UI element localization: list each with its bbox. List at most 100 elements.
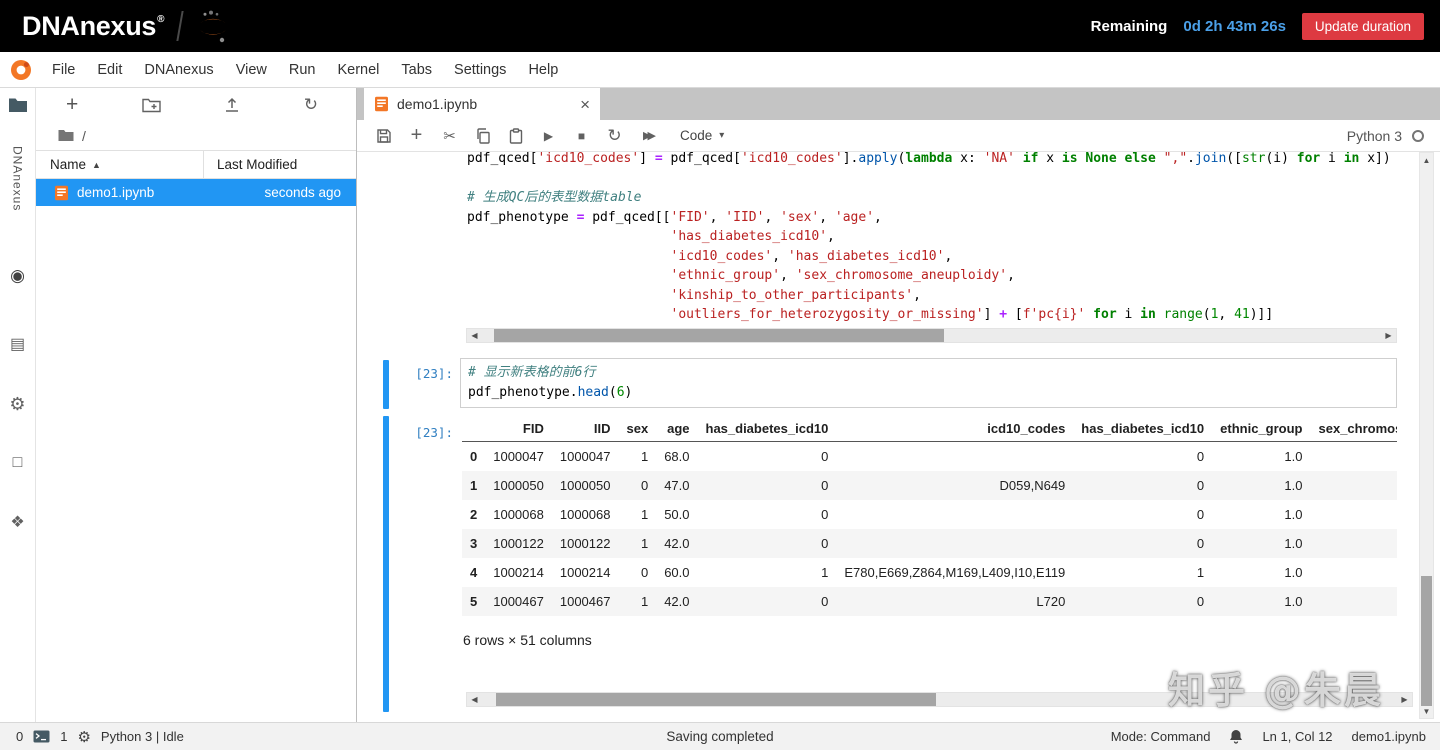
column-header: icd10_codes	[836, 418, 1073, 442]
kernel-name[interactable]: Python 3	[1347, 128, 1402, 144]
extensions-puzzle-icon[interactable]: ❖	[10, 512, 24, 532]
tab-demo1-ipynb[interactable]: demo1.ipynb ×	[364, 88, 600, 120]
kernel-sessions-icon[interactable]: ⚙	[77, 728, 90, 746]
dnanexus-logo[interactable]: DNAnexus®	[22, 11, 164, 42]
file-browser-icon[interactable]	[8, 97, 28, 118]
code-line[interactable]: pdf_qced['icd10_codes'] = pdf_qced['icd1…	[467, 152, 1397, 169]
code-line[interactable]: 'outliers_for_heterozygosity_or_missing'…	[467, 305, 1397, 325]
menu-dnanexus[interactable]: DNAnexus	[133, 62, 224, 78]
breadcrumb-root[interactable]: /	[82, 128, 86, 144]
code-line[interactable]: pdf_phenotype = pdf_qced[['FID', 'IID', …	[467, 208, 1397, 228]
table-cell	[1311, 442, 1398, 472]
row-index: 4	[462, 558, 485, 587]
menubar: FileEditDNAnexusViewRunKernelTabsSetting…	[0, 52, 1440, 88]
table-cell: 50.0	[656, 500, 697, 529]
sidebar-tab-dnanexus[interactable]: DNAnexus	[11, 146, 25, 211]
file-row-demo1[interactable]: demo1.ipynb seconds ago	[36, 179, 356, 206]
restart-kernel-button[interactable]: ↻	[598, 126, 631, 146]
menu-tabs[interactable]: Tabs	[390, 62, 443, 78]
column-header	[462, 418, 485, 442]
file-list-headers: Name ▲ Last Modified	[36, 150, 356, 179]
code-cell-editor[interactable]: pdf_qced['icd10_codes'] = pdf_qced['icd1…	[467, 152, 1397, 328]
table-cell	[1311, 471, 1398, 500]
table-row: 410002141000214060.01E780,E669,Z864,M169…	[462, 558, 1397, 587]
code-line[interactable]: 'icd10_codes', 'has_diabetes_icd10',	[467, 247, 1397, 267]
menu-file[interactable]: File	[41, 62, 86, 78]
property-inspector-icon[interactable]: ▤	[10, 334, 25, 354]
table-cell: 0	[618, 558, 656, 587]
table-cell: 1000068	[552, 500, 619, 529]
column-header: ethnic_group	[1212, 418, 1310, 442]
notification-bell-icon[interactable]	[1229, 729, 1243, 744]
settings-gear-icon[interactable]: ⚙	[9, 394, 25, 415]
code-line[interactable]: pdf_phenotype.head(6)	[468, 383, 1389, 403]
command-mode-indicator[interactable]: Mode: Command	[1111, 729, 1211, 744]
name-column-header[interactable]: Name ▲	[36, 151, 203, 178]
cut-cells-button[interactable]: ✂	[433, 127, 466, 145]
breadcrumb: /	[36, 121, 356, 150]
menu-help[interactable]: Help	[517, 62, 569, 78]
table-cell: 0	[698, 471, 837, 500]
menu-items: FileEditDNAnexusViewRunKernelTabsSetting…	[41, 62, 569, 78]
table-cell: 42.0	[656, 587, 697, 616]
code-line[interactable]: 'ethnic_group', 'sex_chromosome_aneuploi…	[467, 266, 1397, 286]
scroll-down-icon[interactable]: ▼	[1420, 704, 1433, 718]
menu-kernel[interactable]: Kernel	[326, 62, 390, 78]
tab-bar: demo1.ipynb ×	[357, 88, 1440, 120]
row-index: 0	[462, 442, 485, 472]
code-cell-editor[interactable]: # 显示新表格的前6行pdf_phenotype.head(6)	[460, 358, 1397, 408]
scrollbar-thumb[interactable]	[496, 693, 936, 706]
code-line[interactable]: 'kinship_to_other_participants',	[467, 286, 1397, 306]
code-line[interactable]: # 生成QC后的表型数据table	[467, 188, 1397, 208]
table-cell: 0	[698, 500, 837, 529]
kernel-status-text[interactable]: Python 3 | Idle	[101, 729, 184, 744]
restart-run-all-button[interactable]: ▶▶	[631, 129, 664, 142]
refresh-button[interactable]: ↻	[304, 95, 318, 115]
new-launcher-button[interactable]: +	[66, 93, 78, 117]
new-folder-button[interactable]	[142, 97, 161, 113]
menu-edit[interactable]: Edit	[86, 62, 133, 78]
cell-type-dropdown[interactable]: Code ▾	[680, 128, 724, 143]
save-button[interactable]	[367, 128, 400, 144]
kernel-status-icon[interactable]	[1412, 130, 1424, 142]
kernels-count: 1	[60, 729, 67, 744]
scroll-up-icon[interactable]: ▲	[1420, 153, 1433, 167]
scroll-left-icon[interactable]: ◀	[467, 693, 482, 706]
output-collapser[interactable]	[383, 416, 389, 712]
scroll-right-icon[interactable]: ▶	[1381, 329, 1396, 342]
vertical-scrollbar[interactable]: ▲ ▼	[1419, 152, 1434, 719]
table-cell: 1	[1073, 558, 1212, 587]
cursor-position[interactable]: Ln 1, Col 12	[1262, 729, 1332, 744]
menu-settings[interactable]: Settings	[443, 62, 517, 78]
scrollbar-thumb[interactable]	[494, 329, 944, 342]
open-tabs-icon[interactable]: □	[13, 454, 23, 472]
close-tab-icon[interactable]: ×	[580, 96, 590, 113]
table-cell: 0	[698, 442, 837, 472]
terminal-icon[interactable]	[33, 730, 50, 743]
table-row: 210000681000068150.0001.0	[462, 500, 1397, 529]
scroll-right-icon[interactable]: ▶	[1397, 693, 1412, 706]
table-row: 110000501000050047.00D059,N64901.0	[462, 471, 1397, 500]
menu-view[interactable]: View	[225, 62, 278, 78]
home-folder-icon[interactable]	[58, 129, 74, 142]
paste-cells-button[interactable]	[499, 128, 532, 144]
scrollbar-thumb[interactable]	[1421, 576, 1432, 706]
cell-horizontal-scrollbar[interactable]: ◀ ▶	[466, 328, 1397, 343]
column-header: FID	[485, 418, 552, 442]
stop-kernel-button[interactable]: ■	[565, 129, 598, 143]
add-cell-button[interactable]: +	[400, 124, 433, 147]
table-summary: 6 rows × 51 columns	[463, 632, 1397, 648]
modified-column-header[interactable]: Last Modified	[203, 151, 356, 178]
code-line[interactable]: 'has_diabetes_icd10',	[467, 227, 1397, 247]
run-cell-button[interactable]: ▶	[532, 129, 565, 143]
code-line[interactable]	[467, 169, 1397, 189]
scroll-left-icon[interactable]: ◀	[467, 329, 482, 342]
copy-cells-button[interactable]	[466, 128, 499, 144]
running-sessions-icon[interactable]: ◉	[10, 266, 25, 286]
menu-run[interactable]: Run	[278, 62, 327, 78]
update-duration-button[interactable]: Update duration	[1302, 13, 1424, 40]
row-index: 5	[462, 587, 485, 616]
registered-mark: ®	[157, 14, 164, 25]
upload-button[interactable]	[224, 97, 240, 113]
code-line[interactable]: # 显示新表格的前6行	[468, 363, 1389, 383]
